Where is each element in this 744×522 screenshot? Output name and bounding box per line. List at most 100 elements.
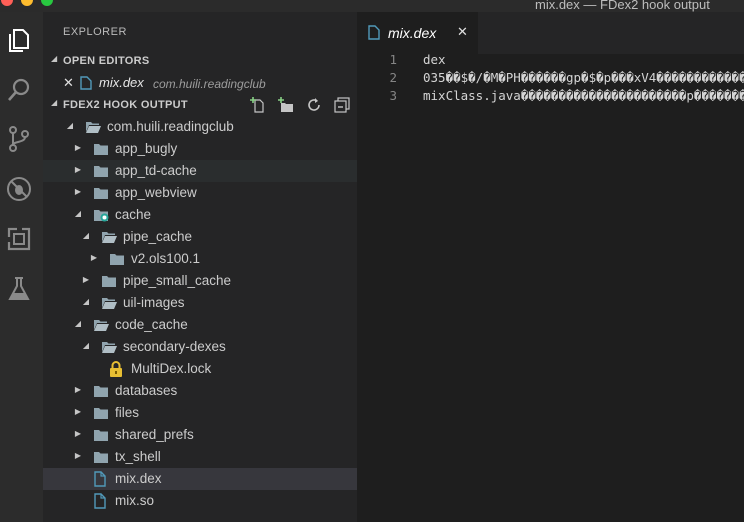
files-icon[interactable] bbox=[6, 28, 32, 54]
chevron-down-icon: ◢ bbox=[51, 54, 58, 63]
explorer-title: EXPLORER bbox=[63, 26, 127, 38]
tab-bar: mix.dex ✕ bbox=[357, 12, 744, 54]
tree-folder-item[interactable]: ▶ app_bugly bbox=[43, 138, 357, 160]
window-title: mix.dex — FDex2 hook output bbox=[535, 0, 710, 12]
tree-folder-item[interactable]: ▶ databases bbox=[43, 380, 357, 402]
source-control-icon[interactable] bbox=[6, 126, 32, 152]
chevron-right-icon[interactable]: ▶ bbox=[73, 385, 83, 394]
search-icon[interactable] bbox=[6, 77, 32, 103]
folder-icon bbox=[101, 273, 117, 289]
folder-open-icon bbox=[93, 317, 109, 333]
tree-folder-item[interactable]: ▶ app_webview bbox=[43, 182, 357, 204]
flask-icon[interactable] bbox=[6, 276, 32, 302]
folder-icon bbox=[93, 185, 109, 201]
tree-item-label: app_bugly bbox=[115, 141, 178, 156]
tree-item-label: cache bbox=[115, 207, 152, 222]
folder-open-icon bbox=[101, 229, 117, 245]
chevron-right-icon[interactable]: ▶ bbox=[73, 187, 83, 196]
open-editors-header[interactable]: ◢ OPEN EDITORS bbox=[43, 50, 357, 72]
tree-item-label: mix.dex bbox=[115, 471, 162, 486]
chevron-down-icon[interactable]: ◢ bbox=[81, 297, 91, 306]
tree-folder-item[interactable]: ▶ files bbox=[43, 402, 357, 424]
folder-label: FDEX2 HOOK OUTPUT bbox=[63, 99, 188, 111]
editor-area: mix.dex ✕ 1 dex 2 035��$�/�M�PH������gp�$�p… bbox=[357, 12, 744, 522]
tree-file-item[interactable]: MultiDex.lock bbox=[43, 358, 357, 380]
chevron-right-icon[interactable]: ▶ bbox=[73, 143, 83, 152]
tree-folder-item[interactable]: ◢ uil-images bbox=[43, 292, 357, 314]
chevron-down-icon[interactable]: ◢ bbox=[73, 209, 83, 218]
file-icon bbox=[368, 25, 380, 45]
collapse-all-icon[interactable] bbox=[333, 96, 351, 114]
tree-item-label: MultiDex.lock bbox=[131, 361, 212, 376]
tree-item-label: tx_shell bbox=[115, 449, 161, 464]
file-icon bbox=[93, 493, 109, 509]
line-number: 1 bbox=[389, 52, 397, 67]
code-line: 1 dex bbox=[357, 52, 744, 70]
folder-icon bbox=[93, 141, 109, 157]
zoom-window-button[interactable] bbox=[41, 0, 53, 6]
tree-file-item[interactable]: mix.so bbox=[43, 490, 357, 512]
minimize-window-button[interactable] bbox=[21, 0, 33, 6]
chevron-down-icon[interactable]: ◢ bbox=[81, 341, 91, 350]
open-editor-description: com.huili.readingclub bbox=[153, 77, 266, 91]
extensions-icon[interactable] bbox=[6, 226, 32, 252]
tree-item-label: code_cache bbox=[115, 317, 188, 332]
tree-folder-item[interactable]: ◢ cache bbox=[43, 204, 357, 226]
chevron-right-icon[interactable]: ▶ bbox=[73, 451, 83, 460]
tree-item-label: v2.ols100.1 bbox=[131, 251, 201, 266]
tree-folder-item[interactable]: ◢ com.huili.readingclub bbox=[43, 116, 357, 138]
tree-folder-item[interactable]: ◢ secondary-dexes bbox=[43, 336, 357, 358]
new-folder-icon[interactable] bbox=[277, 96, 295, 114]
tree-item-label: pipe_cache bbox=[123, 229, 193, 244]
open-editor-item[interactable]: ✕ mix.dex com.huili.readingclub bbox=[43, 72, 357, 94]
folder-icon bbox=[109, 251, 125, 267]
folder-icon bbox=[93, 163, 109, 179]
line-text: mixClass.java����������������������p����… bbox=[423, 88, 744, 103]
tree-folder-item[interactable]: ◢ code_cache bbox=[43, 314, 357, 336]
tree-folder-item[interactable]: ▶ shared_prefs bbox=[43, 424, 357, 446]
close-window-button[interactable] bbox=[1, 0, 13, 6]
folder-header[interactable]: ◢ FDEX2 HOOK OUTPUT bbox=[43, 94, 357, 116]
activity-bar bbox=[0, 12, 43, 522]
lock-icon bbox=[109, 361, 125, 377]
file-icon bbox=[93, 471, 109, 487]
folder-cache-icon bbox=[93, 207, 109, 223]
tree-item-label: uil-images bbox=[123, 295, 185, 310]
chevron-right-icon[interactable]: ▶ bbox=[73, 429, 83, 438]
tree-folder-item[interactable]: ▶ app_td-cache bbox=[43, 160, 357, 182]
tree-folder-item[interactable]: ◢ pipe_cache bbox=[43, 226, 357, 248]
chevron-down-icon[interactable]: ◢ bbox=[65, 121, 75, 130]
line-number: 3 bbox=[389, 88, 397, 103]
refresh-icon[interactable] bbox=[305, 96, 323, 114]
code-line: 2 035��$�/�M�PH������gp�$�p���xV4��������… bbox=[357, 70, 744, 88]
close-icon[interactable]: ✕ bbox=[457, 24, 468, 40]
folder-icon bbox=[93, 427, 109, 443]
tree-item-label: app_webview bbox=[115, 185, 197, 200]
open-editor-name: mix.dex bbox=[99, 75, 144, 90]
chevron-down-icon[interactable]: ◢ bbox=[81, 231, 91, 240]
tree-item-label: databases bbox=[115, 383, 178, 398]
debug-icon[interactable] bbox=[6, 176, 32, 202]
chevron-right-icon[interactable]: ▶ bbox=[73, 407, 83, 416]
chevron-down-icon[interactable]: ◢ bbox=[73, 319, 83, 328]
folder-open-icon bbox=[101, 295, 117, 311]
tree-file-item[interactable]: mix.dex bbox=[43, 468, 357, 490]
chevron-right-icon[interactable]: ▶ bbox=[89, 253, 99, 262]
line-text: 035��$�/�M�PH������gp�$�p���xV4���������… bbox=[423, 70, 744, 85]
close-icon[interactable]: ✕ bbox=[63, 75, 74, 91]
chevron-right-icon[interactable]: ▶ bbox=[81, 275, 91, 284]
tab-label: mix.dex bbox=[388, 25, 437, 41]
tree-item-label: app_td-cache bbox=[115, 163, 197, 178]
tree-folder-item[interactable]: ▶ pipe_small_cache bbox=[43, 270, 357, 292]
tree-item-label: com.huili.readingclub bbox=[107, 119, 234, 134]
folder-open-icon bbox=[85, 119, 101, 135]
chevron-right-icon[interactable]: ▶ bbox=[73, 165, 83, 174]
tree-folder-item[interactable]: ▶ tx_shell bbox=[43, 446, 357, 468]
folder-icon bbox=[93, 405, 109, 421]
tree-item-label: files bbox=[115, 405, 140, 420]
line-number: 2 bbox=[389, 70, 397, 85]
tab-mix-dex[interactable]: mix.dex ✕ bbox=[357, 12, 478, 54]
new-file-icon[interactable] bbox=[249, 96, 267, 114]
tree-item-label: shared_prefs bbox=[115, 427, 194, 442]
tree-folder-item[interactable]: ▶ v2.ols100.1 bbox=[43, 248, 357, 270]
